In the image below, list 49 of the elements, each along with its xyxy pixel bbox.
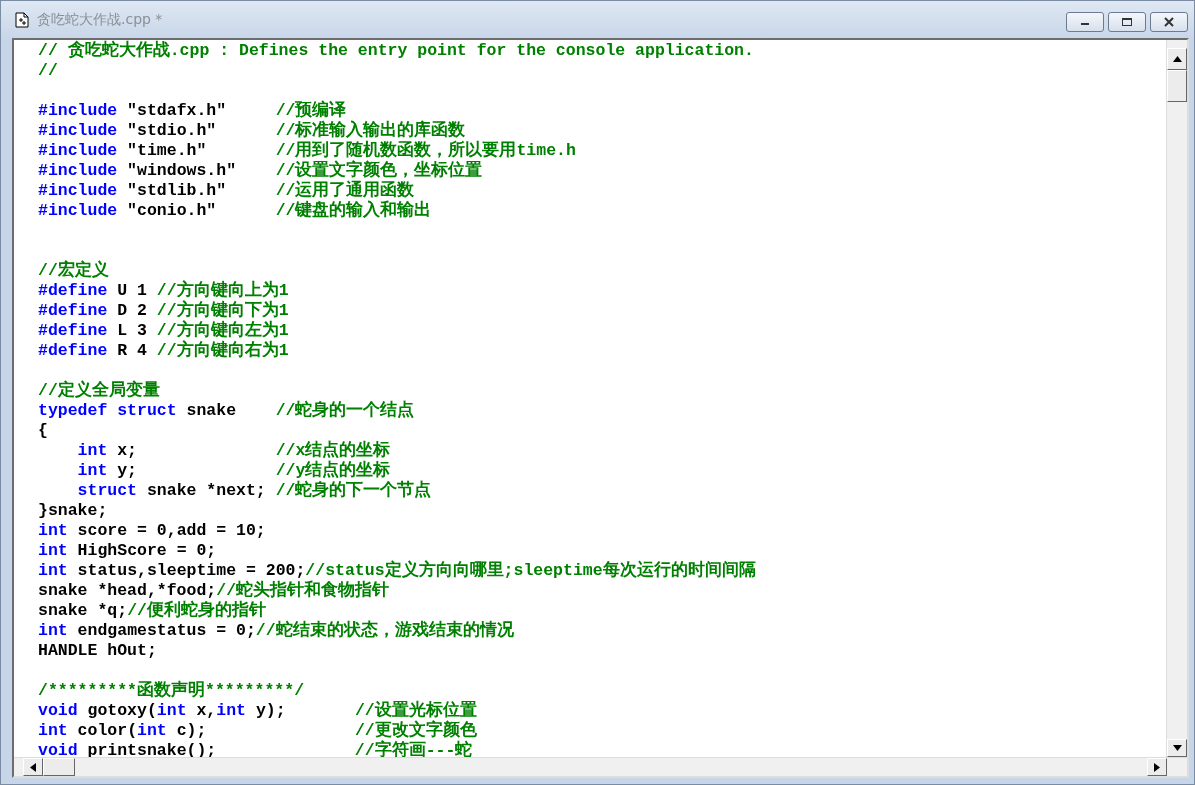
code-line: int score = 0,add = 10; xyxy=(38,521,266,541)
scroll-left-button[interactable] xyxy=(23,758,43,776)
code-line: #include "time.h" //用到了随机数函数，所以要用time.h xyxy=(38,141,576,160)
document-icon xyxy=(15,11,29,28)
code-line: #define U 1 //方向键向上为1 xyxy=(38,281,289,300)
down-arrow-icon xyxy=(1172,745,1182,751)
code-line: typedef struct snake //蛇身的一个结点 xyxy=(38,401,415,421)
code-line: { xyxy=(38,421,48,441)
left-arrow-icon xyxy=(30,762,36,772)
close-button[interactable] xyxy=(1150,12,1188,32)
code-line: int endgamestatus = 0;//蛇结束的状态，游戏结束的情况 xyxy=(38,621,514,641)
vertical-scrollbar[interactable] xyxy=(1166,40,1187,757)
maximize-icon xyxy=(1121,17,1133,27)
code-line: }snake; xyxy=(38,501,108,521)
code-line: //定义全局变量 xyxy=(38,381,160,401)
up-arrow-icon xyxy=(1172,56,1182,62)
code-line: // xyxy=(38,61,58,81)
code-line: #define D 2 //方向键向下为1 xyxy=(38,301,289,320)
code-line: snake *head,*food;//蛇头指针和食物指针 xyxy=(38,581,390,600)
code-line: int HighScore = 0; xyxy=(38,541,217,561)
scroll-thumb[interactable] xyxy=(1167,70,1187,102)
horizontal-scrollbar[interactable] xyxy=(14,757,1187,776)
code-line: int status,sleeptime = 200;//status定义方向向哪里;sleeptime每次运行的时间间隔 xyxy=(38,561,756,580)
code-line: #define R 4 //方向键向右为1 xyxy=(38,341,289,361)
maximize-button[interactable] xyxy=(1108,12,1146,32)
scroll-up-button[interactable] xyxy=(1167,48,1187,70)
scroll-thumb[interactable] xyxy=(43,758,75,776)
code-line: //宏定义 xyxy=(38,261,109,281)
code-line: #include "stdlib.h" //运用了通用函数 xyxy=(38,181,415,200)
code-line: int x; //x结点的坐标 xyxy=(76,441,391,460)
right-arrow-icon xyxy=(1154,762,1160,772)
minimize-button[interactable] xyxy=(1066,12,1104,32)
code-line: /*********函数声明*********/ xyxy=(38,681,305,701)
code-line: int color(int c); //更改文字颜色 xyxy=(38,721,477,740)
close-icon xyxy=(1163,17,1175,27)
code-line: snake *q;//便利蛇身的指针 xyxy=(38,601,266,621)
code-line: int y; //y结点的坐标 xyxy=(76,461,391,480)
window-title: 贪吃蛇大作战.cpp * xyxy=(37,10,164,29)
code-line: #define L 3 //方向键向左为1 xyxy=(38,321,289,340)
scroll-right-button[interactable] xyxy=(1147,758,1167,776)
code-line: // 贪吃蛇大作战.cpp : Defines the entry point for the console application. xyxy=(38,41,754,61)
code-line: #include "stdio.h" //标准输入输出的库函数 xyxy=(38,121,466,140)
code-line: struct snake *next; //蛇身的下一个节点 xyxy=(76,481,432,501)
scroll-down-button[interactable] xyxy=(1167,739,1187,757)
code-line: HANDLE hOut; xyxy=(38,641,157,661)
code-line: #include "stdafx.h" //预编译 xyxy=(38,101,347,120)
code-line: void gotoxy(int x,int y); //设置光标位置 xyxy=(38,701,477,720)
code-line: #include "windows.h" //设置文字颜色，坐标位置 xyxy=(38,161,483,180)
code-line: #include "conio.h" //键盘的输入和输出 xyxy=(38,201,432,221)
